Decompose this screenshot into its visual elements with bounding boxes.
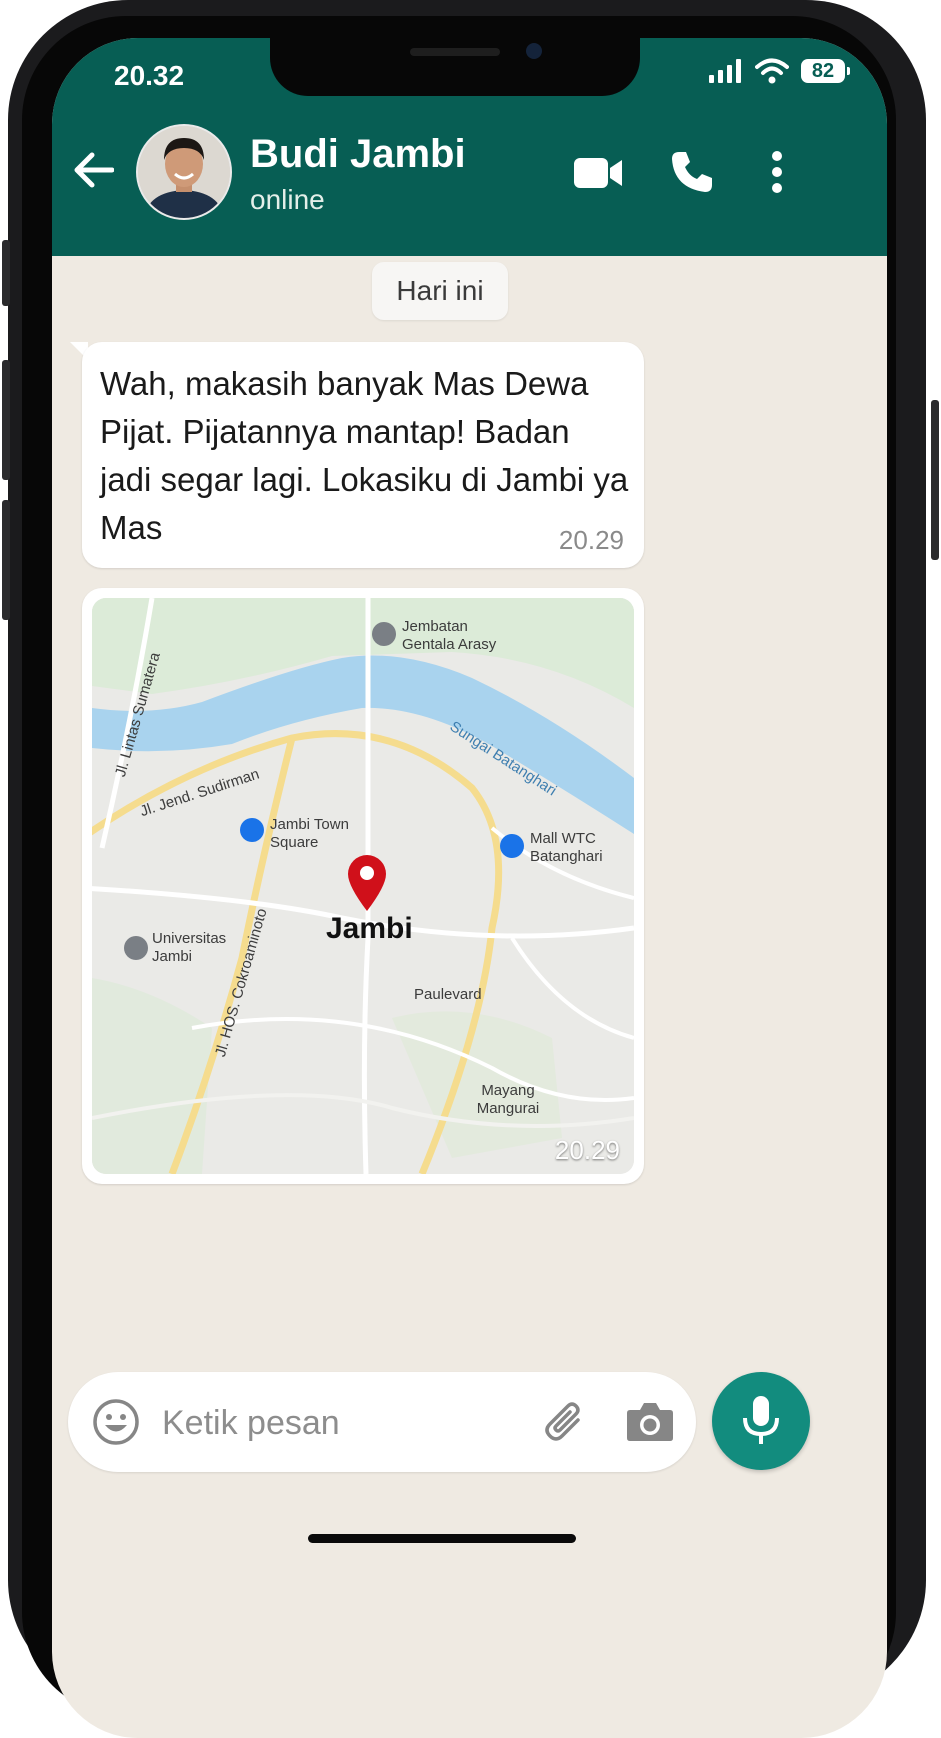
- map-label-mayang: Mayang Mangurai: [476, 1082, 540, 1117]
- chat-screen: 20.32 82 Budi Jambi online Hari ini Wah,…: [52, 38, 887, 1738]
- camera-icon[interactable]: [626, 1400, 674, 1442]
- map-pin-label: Jambi: [326, 912, 413, 945]
- battery-indicator: 82: [801, 59, 850, 83]
- map-label-universitas: Universitas Jambi: [152, 930, 227, 965]
- map-label-paulevard: Paulevard: [414, 986, 482, 1003]
- earpiece: [410, 48, 500, 56]
- video-call-icon[interactable]: [574, 156, 624, 190]
- bridge-poi-icon: [372, 622, 396, 646]
- map-label-jambi-town-square: Jambi Town Square: [270, 816, 349, 851]
- location-pin-icon: [348, 855, 386, 911]
- message-time: 20.29: [558, 525, 624, 555]
- signal-icon: [709, 59, 741, 83]
- message-time: 20.29: [554, 1135, 620, 1165]
- chat-header: 20.32 82 Budi Jambi online: [52, 38, 887, 256]
- status-icons: 82: [709, 58, 850, 84]
- contact-status: online: [250, 184, 325, 215]
- front-camera: [526, 43, 542, 59]
- contact-avatar[interactable]: [136, 124, 232, 220]
- status-time: 20.32: [114, 60, 185, 91]
- power-button: [931, 400, 939, 560]
- contact-name[interactable]: Budi Jambi: [250, 132, 466, 177]
- attachment-icon[interactable]: [542, 1398, 590, 1446]
- emoji-icon[interactable]: [92, 1398, 140, 1446]
- location-map[interactable]: Jembatan Gentala Arasy Sungai Batanghari…: [92, 598, 634, 1174]
- map-label-bridge: Jembatan Gentala Arasy: [402, 618, 497, 653]
- mute-switch: [2, 240, 10, 306]
- voice-call-icon[interactable]: [670, 150, 714, 194]
- avatar-photo: [138, 126, 230, 218]
- notch: [270, 38, 640, 96]
- home-indicator[interactable]: [308, 1534, 576, 1543]
- message-text: Wah, makasih banyak Mas Dewa Pijat. Pija…: [100, 365, 629, 546]
- university-poi-icon: [124, 936, 148, 960]
- back-arrow-icon[interactable]: [72, 150, 114, 190]
- message-input[interactable]: [160, 1396, 514, 1450]
- shopping-poi-icon: [500, 834, 524, 858]
- volume-up-button: [2, 360, 10, 480]
- message-bubble-incoming[interactable]: Wah, makasih banyak Mas Dewa Pijat. Pija…: [82, 342, 644, 568]
- more-options-icon[interactable]: [770, 150, 784, 194]
- wifi-icon: [755, 58, 789, 84]
- shopping-poi-icon: [240, 818, 264, 842]
- message-composer: [68, 1372, 696, 1472]
- location-message[interactable]: Jembatan Gentala Arasy Sungai Batanghari…: [82, 588, 644, 1184]
- date-divider: Hari ini: [372, 262, 508, 320]
- volume-down-button: [2, 500, 10, 620]
- microphone-icon: [743, 1396, 779, 1444]
- map-label-mall-wtc: Mall WTC Batanghari: [530, 830, 603, 865]
- voice-message-button[interactable]: [712, 1372, 810, 1470]
